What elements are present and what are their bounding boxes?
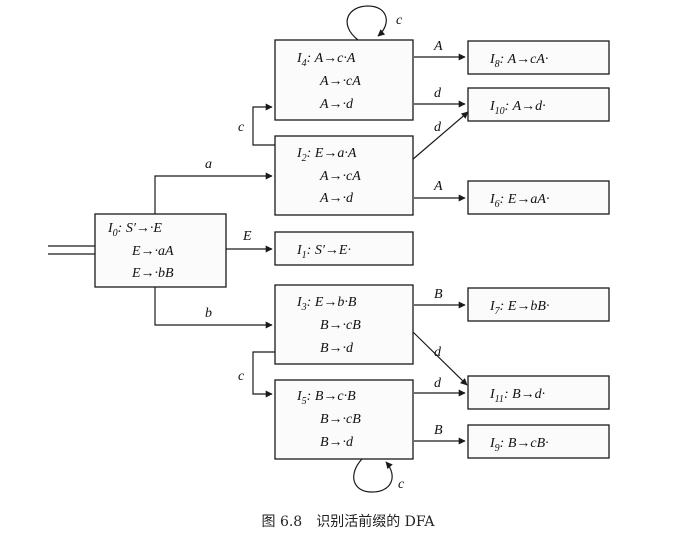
edge-label-I5-I9: B [434,423,443,438]
state-I2: I2: E→a·A A→·cA A→·d [274,135,414,216]
edge-label-I0-I1: E [242,229,252,244]
edge-label-I2-I4: c [238,120,245,135]
edge-label-I5-I11: d [434,376,442,391]
edge-label-I0-I2: a [205,157,212,172]
edge-label-I3-I11: d [434,345,442,360]
state-I0: I0: S′→·E E→·aA E→·bB [94,213,227,288]
state-I4-item-2: A→·d [319,97,354,112]
edge-label-I5-loop: c [398,477,405,492]
edge-I5-loop [353,458,393,493]
state-I3-item-2: B→·d [320,341,354,356]
edge-label-I2-I10: d [434,120,442,135]
state-I7: I7: E→bB· [467,287,610,322]
state-I8: I8: A→cA· [467,40,610,75]
edge-I2-I4 [252,103,275,146]
edge-label-I2-I6: A [433,179,443,194]
state-I5-item-2: B→·d [320,435,354,450]
edge-I3-I5 [252,351,275,398]
state-I3-item-1: B→·cB [320,318,361,333]
state-I2-item-2: A→·d [319,191,354,206]
edge-I4-loop [346,5,387,41]
state-I5-item-1: B→·cB [320,412,361,427]
edge-label-I4-I10: d [434,86,442,101]
edge-label-I4-loop: c [396,13,403,28]
state-I0-item-2: E→·bB [131,266,174,281]
edge-label-I4-I8: A [433,39,443,54]
state-I2-item-1: A→·cA [319,169,361,184]
edge-I0-I2 [154,172,273,214]
edge-label-I0-I3: b [205,306,212,321]
state-I4-item-1: A→·cA [319,74,361,89]
state-I1: I1: S′→E· [274,231,414,266]
state-I4: I4: A→c·A A→·cA A→·d [274,39,414,121]
state-I0-item-1: E→·aA [131,244,174,259]
state-I3: I3: E→b·B B→·cB B→·d [274,284,414,365]
state-I9: I9: B→cB· [467,424,610,459]
state-I11: I11: B→d· [467,375,610,410]
dfa-diagram: a E b c c A d d A B c d d B c I0: S′→·E … [48,5,610,530]
edge-I0-I3 [154,287,273,329]
state-I5: I5: B→c·B B→·cB B→·d [274,379,414,460]
state-I6: I6: E→aA· [467,180,610,215]
figure-caption: 图 6.8 识别活前缀的 DFA [262,513,436,530]
edge-label-I3-I7: B [434,287,443,302]
state-I10: I10: A→d· [467,87,610,122]
edge-label-I3-I5: c [238,369,245,384]
